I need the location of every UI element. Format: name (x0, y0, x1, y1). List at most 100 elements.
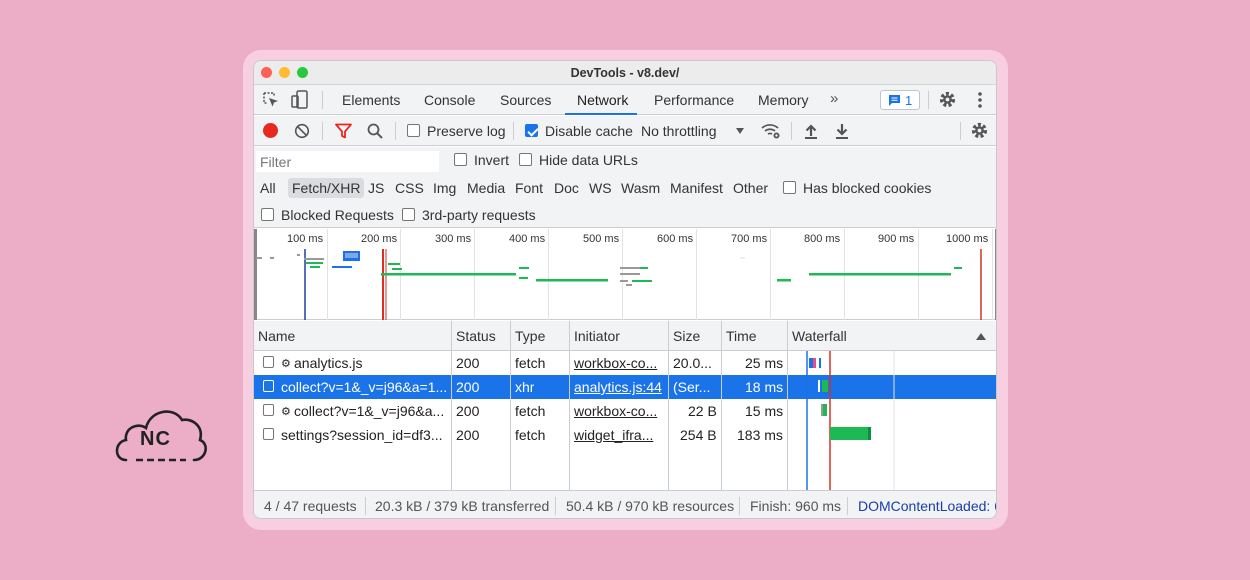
request-time: 183 ms (737, 427, 783, 443)
request-initiator-link[interactable]: widget_ifra... (574, 427, 664, 443)
request-initiator-link[interactable]: workbox-co... (574, 355, 664, 371)
column-header-waterfall[interactable]: Waterfall (792, 328, 847, 344)
invert-checkbox[interactable] (454, 153, 467, 166)
filter-type-other[interactable]: Other (733, 180, 768, 196)
column-header-type[interactable]: Type (515, 328, 545, 344)
overview-timeline[interactable]: 100 ms 200 ms 300 ms 400 ms 500 ms 600 m… (254, 229, 996, 320)
filter-type-font[interactable]: Font (515, 180, 543, 196)
service-worker-gear-icon: ⚙ (281, 358, 291, 370)
tab-console[interactable]: Console (424, 92, 475, 108)
filter-type-fetch-xhr[interactable]: Fetch/XHR (288, 178, 365, 198)
tab-divider (322, 91, 323, 109)
request-type: xhr (515, 379, 535, 395)
inspect-element-icon[interactable] (262, 91, 280, 112)
finish-time: Finish: 960 ms (750, 498, 842, 514)
filter-type-ws[interactable]: WS (589, 180, 612, 196)
tab-divider (928, 91, 929, 109)
network-toolbar: Preserve log Disable cache No throttling (254, 116, 996, 146)
filter-type-all[interactable]: All (260, 180, 276, 196)
gear-icon[interactable] (938, 90, 957, 112)
column-header-name[interactable]: Name (258, 328, 295, 344)
invert-label: Invert (474, 152, 510, 168)
request-initiator-link[interactable]: workbox-co... (574, 403, 664, 419)
column-divider[interactable] (569, 321, 570, 490)
request-time: 25 ms (745, 355, 784, 371)
export-har-icon[interactable] (835, 123, 849, 142)
disable-cache-label: Disable cache (545, 123, 633, 139)
request-size: 20.0... (673, 355, 712, 371)
filter-type-doc[interactable]: Doc (554, 180, 579, 196)
chevrons-right-icon[interactable]: » (830, 90, 838, 107)
logo-text: NC (140, 428, 171, 450)
search-icon[interactable] (367, 123, 383, 142)
filter-icon[interactable] (335, 123, 352, 142)
devtools-window: DevTools - v8.dev/ Elements Console Sour… (253, 60, 997, 519)
request-type: fetch (515, 403, 546, 419)
nc-cloud-logo: NC (112, 404, 208, 470)
more-options-icon[interactable] (977, 91, 983, 112)
filter-bar: Invert Hide data URLs All Fetch/XHR JS C… (254, 147, 996, 228)
tab-elements[interactable]: Elements (342, 92, 400, 108)
sort-ascending-icon[interactable] (976, 333, 986, 340)
status-divider (555, 497, 556, 515)
issues-count: 1 (905, 93, 913, 108)
filter-type-img[interactable]: Img (433, 180, 456, 196)
preserve-log-checkbox[interactable] (407, 124, 420, 137)
has-blocked-cookies-checkbox[interactable] (783, 181, 796, 194)
panel-tab-bar: Elements Console Sources Network Perform… (254, 85, 996, 115)
message-icon (888, 94, 901, 110)
tab-performance[interactable]: Performance (654, 92, 734, 108)
window-title: DevTools - v8.dev/ (570, 66, 680, 80)
blocked-requests-label: Blocked Requests (281, 207, 394, 223)
tab-sources[interactable]: Sources (500, 92, 551, 108)
filter-type-media[interactable]: Media (467, 180, 505, 196)
request-initiator-link[interactable]: analytics.js:44 (574, 379, 669, 395)
status-bar: 4 / 47 requests 20.3 kB / 379 kB transfe… (254, 490, 997, 518)
toolbar-divider (513, 122, 514, 140)
active-tab-indicator (565, 113, 637, 115)
network-settings-gear-icon[interactable] (970, 121, 989, 143)
column-divider[interactable] (451, 321, 452, 490)
dom-content-loaded: DOMContentLoaded: 6 (858, 498, 997, 514)
column-header-status[interactable]: Status (456, 328, 496, 344)
request-name: collect?v=1&_v=j96&a... (294, 403, 445, 419)
toolbar-divider (322, 122, 323, 140)
request-time: 15 ms (745, 403, 784, 419)
dropdown-arrow-icon[interactable] (736, 128, 744, 134)
throttling-select[interactable]: No throttling (641, 123, 716, 139)
filter-type-css[interactable]: CSS (395, 180, 424, 196)
column-header-time[interactable]: Time (726, 328, 757, 344)
column-header-size[interactable]: Size (673, 328, 700, 344)
device-toolbar-icon[interactable] (291, 90, 309, 112)
disable-cache-checkbox[interactable] (525, 124, 538, 137)
overview-activity-bars (254, 229, 996, 320)
request-status: 200 (456, 427, 480, 443)
column-divider[interactable] (510, 321, 511, 490)
row-file-icon (263, 356, 274, 368)
record-icon[interactable] (263, 123, 278, 138)
column-header-initiator[interactable]: Initiator (574, 328, 620, 344)
request-size: (Ser... (673, 379, 711, 395)
row-file-icon (263, 380, 274, 392)
blocked-requests-checkbox[interactable] (261, 208, 274, 221)
filter-type-manifest[interactable]: Manifest (670, 180, 723, 196)
request-type: fetch (515, 355, 546, 371)
resources-size: 50.4 kB / 970 kB resources (566, 498, 735, 514)
network-conditions-icon[interactable] (761, 122, 781, 143)
import-har-icon[interactable] (804, 123, 818, 142)
column-divider[interactable] (721, 321, 722, 490)
filter-input[interactable] (256, 151, 439, 172)
column-divider[interactable] (668, 321, 669, 490)
request-name: analytics.js (294, 355, 363, 371)
filter-type-wasm[interactable]: Wasm (621, 180, 660, 196)
clear-icon[interactable] (294, 123, 310, 142)
tab-network[interactable]: Network (577, 92, 628, 108)
third-party-requests-checkbox[interactable] (402, 208, 415, 221)
tab-memory[interactable]: Memory (758, 92, 809, 108)
issues-badge[interactable]: 1 (880, 90, 920, 110)
status-divider (739, 497, 740, 515)
hide-data-urls-checkbox[interactable] (519, 153, 532, 166)
status-divider (847, 497, 848, 515)
request-table: Name Status Type Initiator Size Time Wat… (254, 321, 996, 490)
filter-type-js[interactable]: JS (368, 180, 384, 196)
